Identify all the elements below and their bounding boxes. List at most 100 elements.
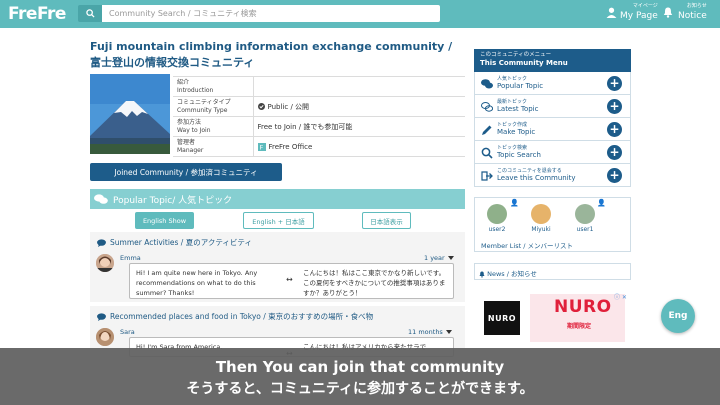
- exit-icon: [481, 171, 493, 181]
- info-label: 紹介 Introduction: [173, 76, 254, 97]
- menu-item-latest-topic[interactable]: 最新トピック Latest Topic +: [474, 95, 631, 118]
- message-time[interactable]: 1 year: [424, 254, 454, 262]
- menu-item-leave-community[interactable]: このコミュニティを退会する Leave this Community +: [474, 164, 631, 187]
- plus-icon[interactable]: +: [607, 122, 622, 137]
- notice-label: Notice: [678, 11, 707, 21]
- avatar: [531, 204, 551, 224]
- chat-bubble-icon: [97, 313, 106, 321]
- bell-icon: [479, 271, 485, 278]
- video-subtitle: Then You can join that community そうすると、コ…: [0, 348, 720, 405]
- japanese-show-button[interactable]: 日本語表示: [362, 212, 411, 229]
- news-link[interactable]: News / お知らせ: [474, 263, 631, 280]
- bell-icon[interactable]: [663, 7, 673, 18]
- plus-icon[interactable]: +: [607, 76, 622, 91]
- message-author[interactable]: Emma: [120, 254, 141, 262]
- member-user2[interactable]: user2: [482, 204, 512, 233]
- message-text-ja: こんにちは！私はここ東京でかなり新しいです。この夏何をすべきかについての推奨事項…: [303, 269, 446, 297]
- notice-link[interactable]: お知らせ Notice: [678, 3, 707, 22]
- chevron-down-icon: [445, 330, 452, 334]
- avatar: [575, 204, 595, 224]
- menu-item-topic-search[interactable]: トピック検索 Topic Search +: [474, 141, 631, 164]
- message-bubble: Hi! I am quite new here in Tokyo. Any re…: [129, 263, 454, 299]
- message-time[interactable]: 11 months: [408, 328, 452, 336]
- info-row-join: 参加方法 Way to Join Free to Join / 誰でも参加可能: [173, 116, 465, 137]
- menu-item-label: Make Topic: [497, 128, 536, 136]
- ad-logo-black[interactable]: NURO: [484, 301, 520, 335]
- menu-item-label-ja: 人気トピック: [497, 76, 528, 82]
- subtitle-line-en: Then You can join that community: [215, 358, 505, 376]
- member-name: user1: [576, 226, 594, 233]
- svg-text:F: F: [259, 143, 263, 151]
- mypage-link[interactable]: マイページ My Page: [620, 3, 658, 22]
- community-info-table: 紹介 Introduction コミュニティタイプ Community Type P…: [173, 76, 465, 157]
- menu-item-label-ja: トピック作成: [497, 122, 528, 128]
- info-label: 参加方法 Way to Join: [173, 116, 254, 137]
- menu-item-make-topic[interactable]: トピック作成 Make Topic +: [474, 118, 631, 141]
- subtitle-line-ja: そうすると、コミュニティに参加することができます。: [186, 381, 534, 397]
- info-value: Public / 公開: [253, 96, 465, 117]
- member-name: user2: [488, 226, 506, 233]
- mypage-label: My Page: [620, 11, 658, 21]
- info-row-manager: 管理者 Manager F FreFre Office: [173, 136, 465, 157]
- add-friend-icon[interactable]: 👤: [597, 199, 606, 207]
- chat-bubbles-icon: [94, 193, 108, 204]
- ad-banner-red[interactable]: NURO 期間限定: [530, 294, 625, 342]
- ad-brand: NURO: [554, 297, 612, 317]
- menu-item-label-ja: トピック検索: [497, 145, 528, 151]
- english-japanese-button[interactable]: English + 日本語: [243, 212, 314, 229]
- pen-icon: [482, 125, 492, 135]
- info-row-introduction: 紹介 Introduction: [173, 76, 465, 97]
- page-title: Fuji mountain climbing information excha…: [90, 40, 453, 69]
- menu-item-popular-topic[interactable]: 人気トピック Popular Topic +: [474, 72, 631, 95]
- search-button[interactable]: [78, 5, 102, 22]
- menu-item-label-ja: このコミュニティを退会する: [497, 168, 562, 174]
- search-icon: [481, 147, 493, 159]
- search-icon: [85, 9, 95, 18]
- english-show-button[interactable]: English Show: [135, 212, 194, 229]
- info-label: 管理者 Manager: [173, 136, 254, 157]
- message-author[interactable]: Sara: [120, 328, 135, 336]
- member-list-link[interactable]: Member List / メンバーリスト: [481, 240, 573, 250]
- ad-choices-icon[interactable]: ⓘ ✕: [614, 292, 627, 301]
- frefre-logo-icon: F: [257, 142, 266, 151]
- check-icon: [257, 103, 265, 110]
- community-menu-heading-ja: このコミュニティのメニュー: [480, 52, 552, 58]
- member-user1[interactable]: user1: [570, 204, 600, 233]
- community-menu-heading: このコミュニティのメニュー This Community Menu: [474, 49, 631, 72]
- logo[interactable]: FreFre: [8, 4, 66, 24]
- joined-community-button[interactable]: Joined Community / 参加済コミュニティ: [90, 163, 282, 181]
- ad-tagline: 期間限定: [567, 323, 592, 330]
- topic-title[interactable]: Summer Activities / 夏のアクティビティ: [97, 237, 252, 248]
- member-name: Miyuki: [531, 226, 551, 233]
- english-toggle-button[interactable]: Eng: [661, 299, 695, 333]
- news-label: News / お知らせ: [487, 270, 537, 278]
- popular-topic-heading-label: Popular Topic/ 人気トピック: [113, 195, 233, 206]
- menu-item-label-ja: 最新トピック: [497, 99, 528, 105]
- plus-icon[interactable]: +: [607, 99, 622, 114]
- info-row-type: コミュニティタイプ Community Type Public / 公開: [173, 96, 465, 117]
- add-friend-icon[interactable]: 👤: [510, 199, 519, 207]
- menu-item-label: Leave this Community: [497, 174, 576, 182]
- chat-outline-icon: [481, 102, 493, 112]
- info-value[interactable]: F FreFre Office: [253, 136, 465, 157]
- user-icon[interactable]: [606, 7, 617, 18]
- menu-item-label: Latest Topic: [497, 105, 539, 113]
- chat-bubble-icon: [97, 239, 106, 247]
- chat-bubbles-icon: [481, 79, 493, 89]
- translate-arrow-icon: ↔: [286, 275, 293, 284]
- chevron-down-icon: [447, 256, 454, 260]
- message-text-en: Hi! I am quite new here in Tokyo. Any re…: [136, 269, 258, 297]
- menu-item-label: Topic Search: [497, 151, 541, 159]
- search-input[interactable]: [102, 5, 440, 22]
- plus-icon[interactable]: +: [607, 145, 622, 160]
- plus-icon[interactable]: +: [607, 168, 622, 183]
- notice-small-label: お知らせ: [686, 3, 707, 9]
- topic-title[interactable]: Recommended places and food in Tokyo / 東…: [97, 311, 373, 322]
- member-miyuki[interactable]: Miyuki: [526, 204, 556, 233]
- info-value: [253, 76, 465, 97]
- avatar[interactable]: [96, 254, 114, 272]
- community-photo: [90, 74, 170, 154]
- popular-topic-heading: Popular Topic/ 人気トピック: [90, 189, 465, 209]
- mypage-small-label: マイページ: [632, 3, 658, 9]
- avatar[interactable]: [96, 328, 114, 346]
